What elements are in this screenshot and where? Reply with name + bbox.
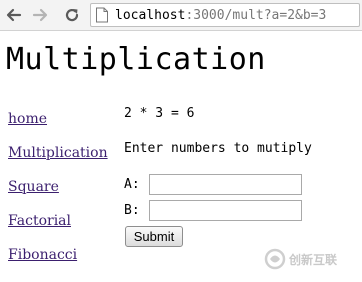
label-b: B:	[124, 203, 140, 218]
nav-link-home[interactable]: home	[8, 110, 47, 128]
page-title: Multiplication	[6, 42, 266, 77]
url-host: localhost	[115, 7, 186, 23]
address-bar[interactable]: localhost:3000/mult?a=2&b=3	[90, 3, 360, 27]
prompt-text: Enter numbers to mutiply	[124, 141, 312, 156]
label-a: A:	[124, 177, 140, 192]
browser-toolbar: localhost:3000/mult?a=2&b=3	[0, 0, 362, 31]
submit-button[interactable]: Submit	[125, 226, 183, 247]
input-b[interactable]	[149, 200, 302, 221]
nav-link-factorial[interactable]: Factorial	[8, 212, 71, 230]
nav-link-multiplication[interactable]: Multiplication	[8, 144, 108, 162]
back-arrow-icon[interactable]	[4, 5, 24, 25]
watermark-text: 创新互联	[289, 252, 338, 267]
nav-link-fibonacci[interactable]: Fibonacci	[8, 246, 77, 264]
forward-arrow-icon[interactable]	[30, 5, 50, 25]
input-a[interactable]	[149, 174, 302, 195]
watermark: 创新互联	[264, 244, 362, 274]
page-icon	[96, 7, 108, 23]
nav-link-square[interactable]: Square	[8, 178, 59, 196]
result-text: 2 * 3 = 6	[124, 106, 195, 121]
url-path: :3000/mult?a=2&b=3	[185, 7, 327, 23]
swirl-logo-icon	[264, 248, 286, 270]
reload-icon[interactable]	[62, 5, 82, 25]
